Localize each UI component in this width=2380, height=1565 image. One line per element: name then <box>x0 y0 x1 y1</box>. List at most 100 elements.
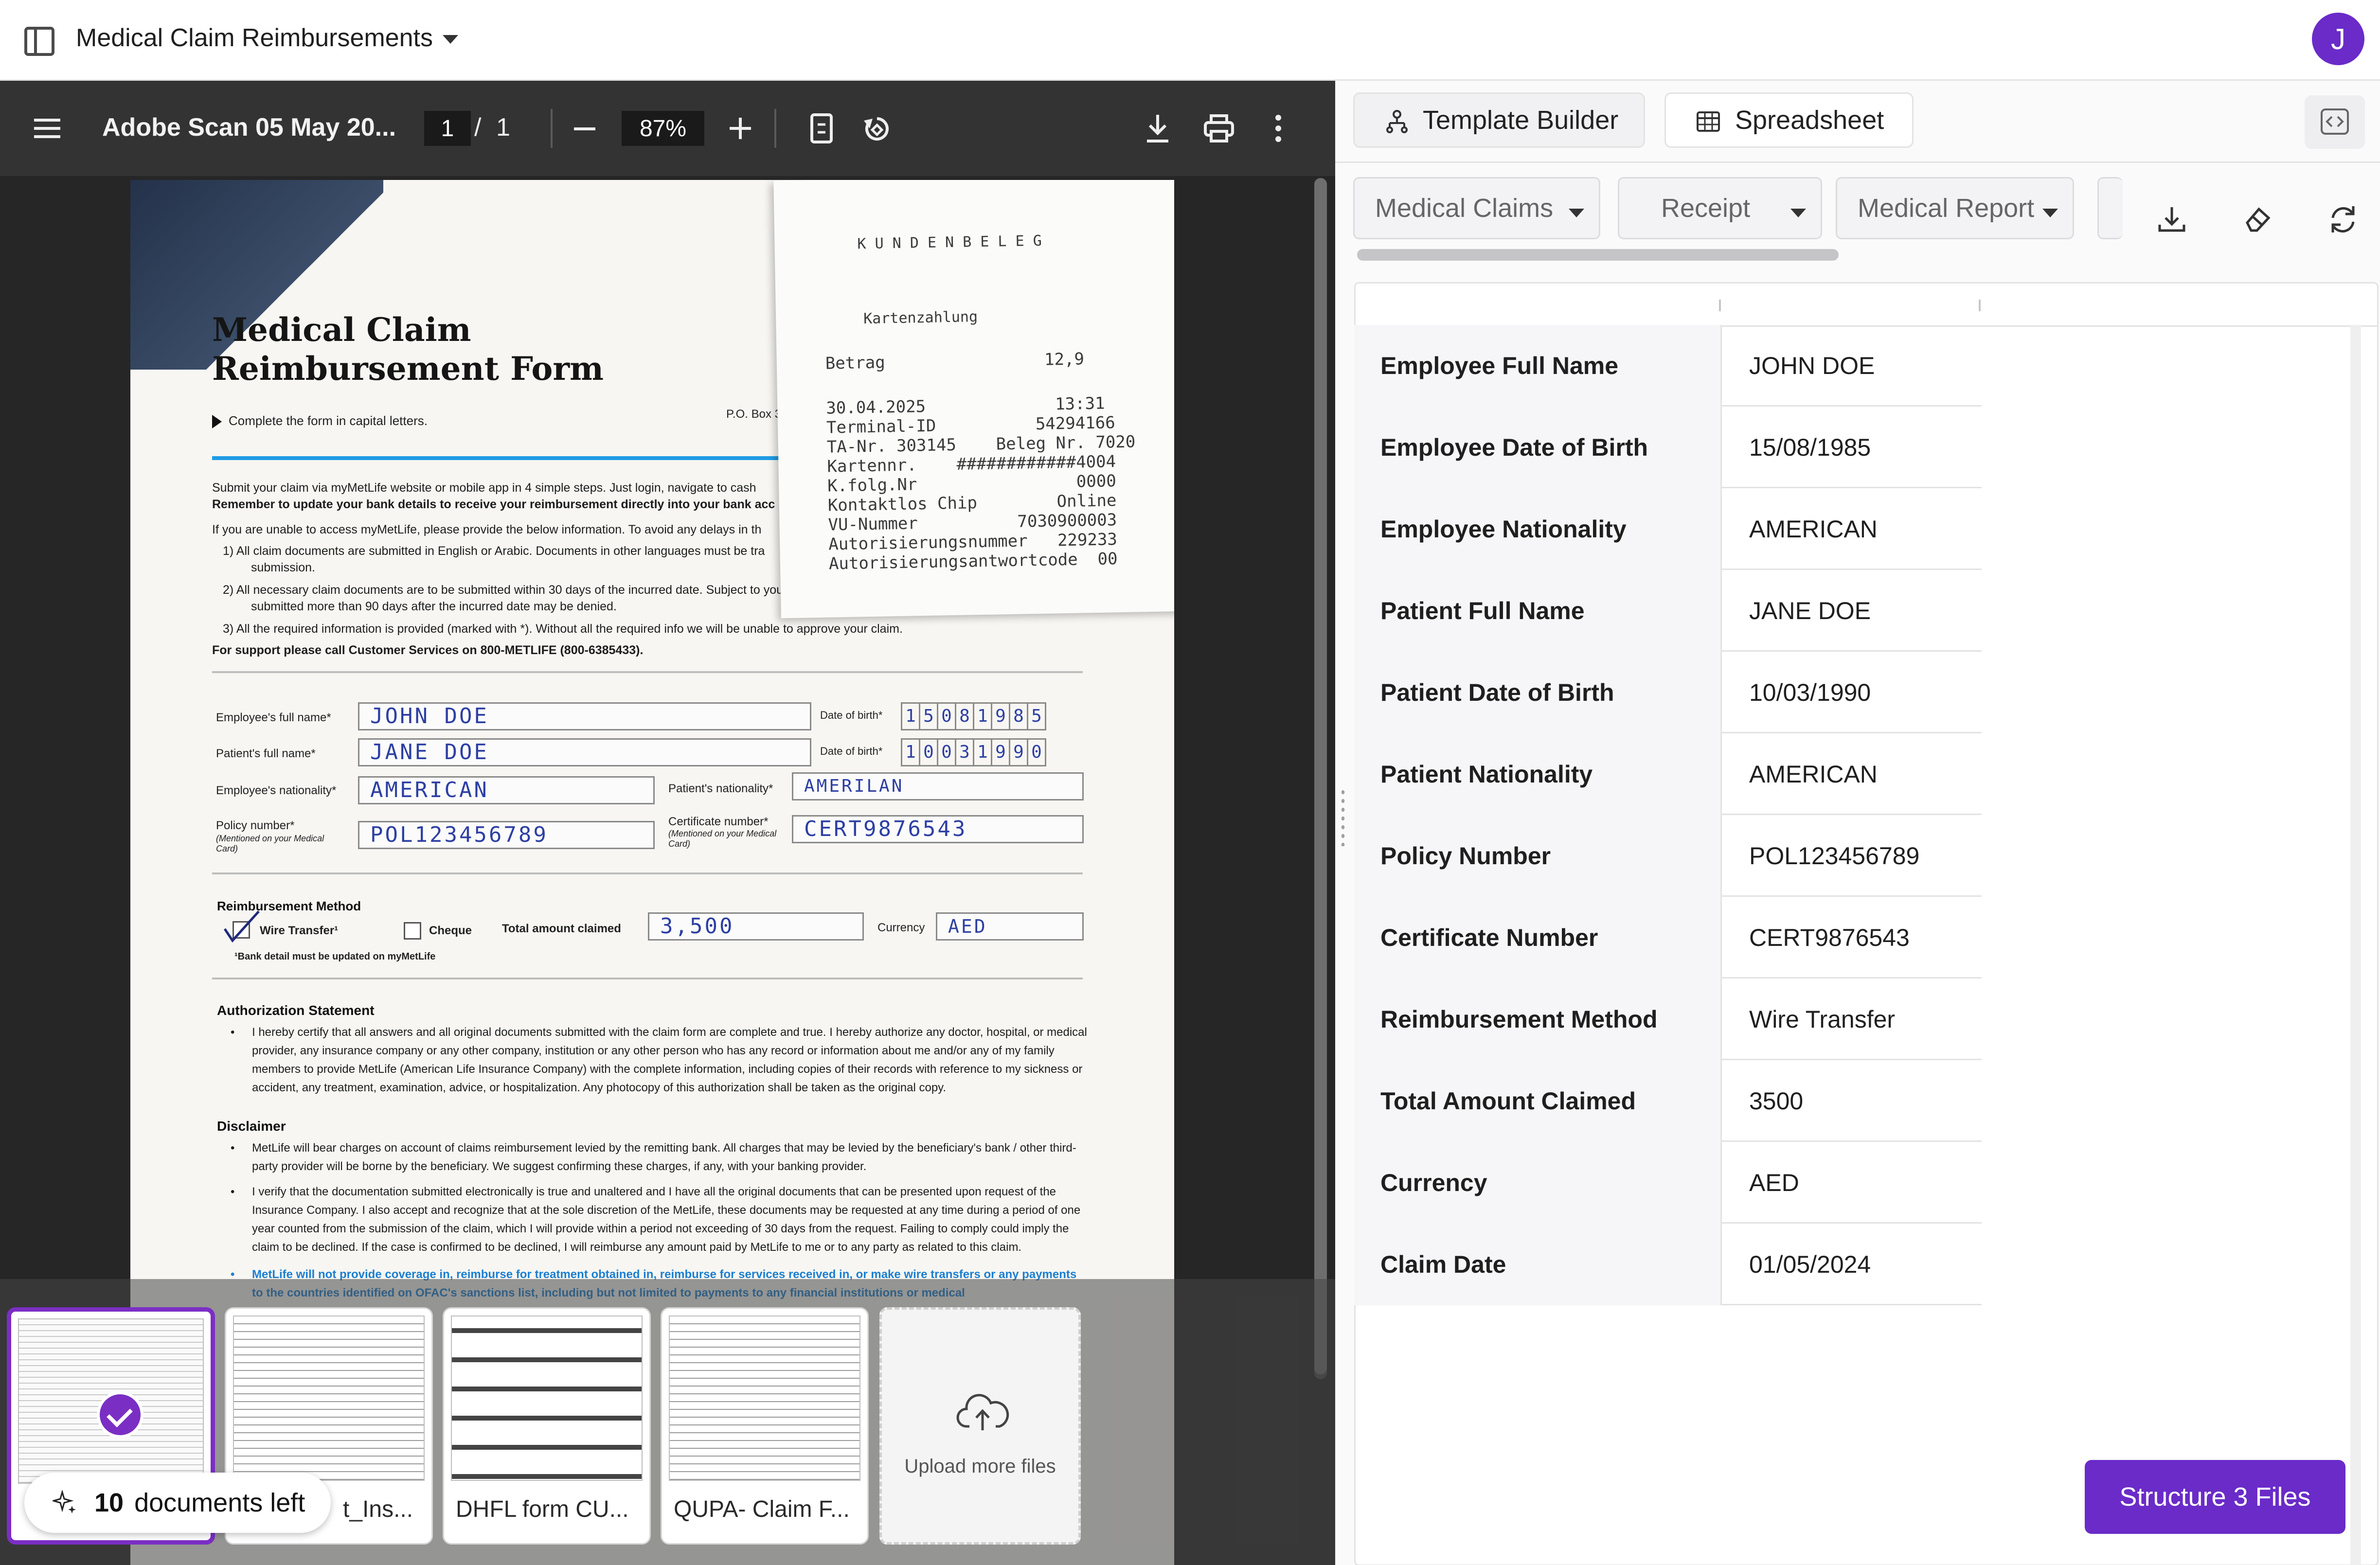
menu-icon[interactable] <box>34 119 60 138</box>
table-row: Certificate Number CERT9876543 <box>1354 897 1982 978</box>
cheque-label: Cheque <box>429 924 472 937</box>
refresh-icon[interactable] <box>2326 202 2360 236</box>
section-rule <box>212 872 1083 874</box>
table-scrollbar[interactable] <box>2350 325 2361 1565</box>
field-value[interactable]: AMERICAN <box>1722 488 1982 570</box>
policy-number-label: Policy number* <box>216 819 295 832</box>
filter-medical-report[interactable]: Medical Report <box>1836 177 2074 239</box>
chevron-down-icon <box>443 35 458 44</box>
intro-line-2: Remember to update your bank details to … <box>212 498 775 511</box>
table-row: Employee Nationality AMERICAN <box>1354 488 1982 570</box>
column-resize-handle[interactable] <box>1719 300 1721 311</box>
viewer-scrollbar-thumb[interactable] <box>1314 178 1327 1374</box>
thumbnail[interactable]: QUPA- Claim F... <box>661 1307 869 1545</box>
field-label: Patient Nationality <box>1354 733 1722 815</box>
thumbnail-preview <box>233 1316 425 1481</box>
field-value[interactable]: 3500 <box>1722 1060 1982 1142</box>
field-label: Policy Number <box>1354 815 1722 897</box>
field-value[interactable]: POL123456789 <box>1722 815 1982 897</box>
tab-spreadsheet[interactable]: Spreadsheet <box>1664 92 1914 148</box>
field-value[interactable]: CERT9876543 <box>1722 897 1982 978</box>
disclaimer-1: MetLife will bear charges on account of … <box>231 1139 1089 1176</box>
field-value[interactable]: AED <box>1722 1142 1982 1224</box>
toolbar-divider <box>774 109 776 148</box>
filter-truncated[interactable]: La <box>2097 177 2123 239</box>
table-row: Employee Full Name JOHN DOE <box>1354 325 1982 407</box>
patient-name-box: JANE DOE <box>358 738 811 766</box>
field-value[interactable]: JOHN DOE <box>1722 325 1982 407</box>
thumbnail-preview <box>451 1316 643 1481</box>
authorization-heading: Authorization Statement <box>217 1003 375 1018</box>
field-value[interactable]: JANE DOE <box>1722 570 1982 652</box>
table-row: Patient Date of Birth 10/03/1990 <box>1354 652 1982 733</box>
field-label: Employee Date of Birth <box>1354 407 1722 488</box>
filter-medical-claims[interactable]: Medical Claims <box>1353 177 1600 239</box>
field-value[interactable]: 10/03/1990 <box>1722 652 1982 733</box>
zoom-in-icon[interactable] <box>730 118 751 139</box>
form-title-line1: Medical Claim <box>212 311 471 349</box>
employee-name-box: JOHN DOE <box>358 702 811 730</box>
panel-resize-handle[interactable] <box>1340 788 1346 846</box>
patient-dob-digits: 1 0 0 3 1 9 9 0 <box>901 738 1046 766</box>
filters-scrollbar[interactable] <box>1357 249 1839 261</box>
download-icon[interactable] <box>1144 113 1171 144</box>
field-label: Employee Full Name <box>1354 325 1722 407</box>
total-amount-label: Total amount claimed <box>502 922 621 935</box>
filter-receipt[interactable]: Receipt <box>1618 177 1822 239</box>
digit: 9 <box>991 738 1010 766</box>
receipt-line: Kartenzahlung <box>863 308 978 328</box>
handwritten-check-icon <box>223 910 260 943</box>
thumbnail-label: DHFL form CU... <box>456 1496 629 1522</box>
download-icon[interactable] <box>2155 202 2189 236</box>
certificate-number-label: Certificate number* <box>668 815 769 828</box>
page-total: 1 <box>496 113 510 142</box>
tab-spreadsheet-label: Spreadsheet <box>1735 106 1884 135</box>
field-value[interactable]: Wire Transfer <box>1722 978 1982 1060</box>
table-row: Policy Number POL123456789 <box>1354 815 1982 897</box>
viewer-scrollbar[interactable] <box>1314 178 1327 1379</box>
form-title: Medical Claim Reimbursement Form <box>212 310 604 388</box>
certificate-number-box: CERT9876543 <box>792 815 1084 843</box>
field-label: Currency <box>1354 1142 1722 1224</box>
print-icon[interactable] <box>1203 114 1235 143</box>
fit-page-icon[interactable] <box>809 113 834 144</box>
chevron-down-icon <box>2042 209 2058 217</box>
column-resize-handle[interactable] <box>1979 300 1981 311</box>
thumbnail-label: t_Ins... <box>343 1496 413 1522</box>
app-title-dropdown[interactable]: Medical Claim Reimbursements <box>76 23 458 53</box>
tab-template-builder[interactable]: Template Builder <box>1353 92 1645 148</box>
filter-label: Medical Report <box>1858 194 2035 223</box>
rotate-icon[interactable] <box>862 114 892 144</box>
eraser-icon[interactable] <box>2240 202 2274 236</box>
field-value[interactable]: 15/08/1985 <box>1722 407 1982 488</box>
section-rule <box>212 671 1083 673</box>
field-value[interactable]: AMERICAN <box>1722 733 1982 815</box>
title-rule <box>212 456 844 460</box>
digit: 3 <box>955 738 974 766</box>
table-row: Reimbursement Method Wire Transfer <box>1354 978 1982 1060</box>
digit: 0 <box>1027 738 1046 766</box>
table-row: Currency AED <box>1354 1142 1982 1224</box>
employee-dob-label: Date of birth* <box>820 709 883 721</box>
thumbnail[interactable]: DHFL form CU... <box>443 1307 651 1545</box>
receipt-line: Betrag 12,9 <box>825 349 1085 373</box>
more-vertical-icon[interactable] <box>1273 113 1283 144</box>
sidebar-toggle-icon[interactable] <box>24 27 54 56</box>
rule-1: 1) All claim documents are submitted in … <box>223 544 765 558</box>
check-icon <box>97 1391 143 1438</box>
digit: 9 <box>1009 738 1028 766</box>
field-value[interactable]: 01/05/2024 <box>1722 1224 1982 1305</box>
digit: 1 <box>973 738 992 766</box>
user-avatar[interactable]: J <box>2312 13 2364 65</box>
digit: 0 <box>937 702 956 730</box>
zoom-level[interactable]: 87% <box>622 111 704 146</box>
upload-more-files-button[interactable]: Upload more files <box>879 1307 1081 1545</box>
structure-files-button[interactable]: Structure 3 Files <box>2085 1460 2345 1534</box>
pdf-toolbar: Adobe Scan 05 May 20... 1 / 1 87% <box>0 81 1335 176</box>
page-number-input[interactable]: 1 <box>424 111 471 146</box>
code-view-toggle[interactable] <box>2305 95 2365 149</box>
filter-label: Medical Claims <box>1375 194 1554 223</box>
zoom-out-icon[interactable] <box>574 127 595 130</box>
filter-label: Receipt <box>1661 194 1751 223</box>
policy-number-note: (Mentioned on your Medical Card) <box>216 834 324 854</box>
